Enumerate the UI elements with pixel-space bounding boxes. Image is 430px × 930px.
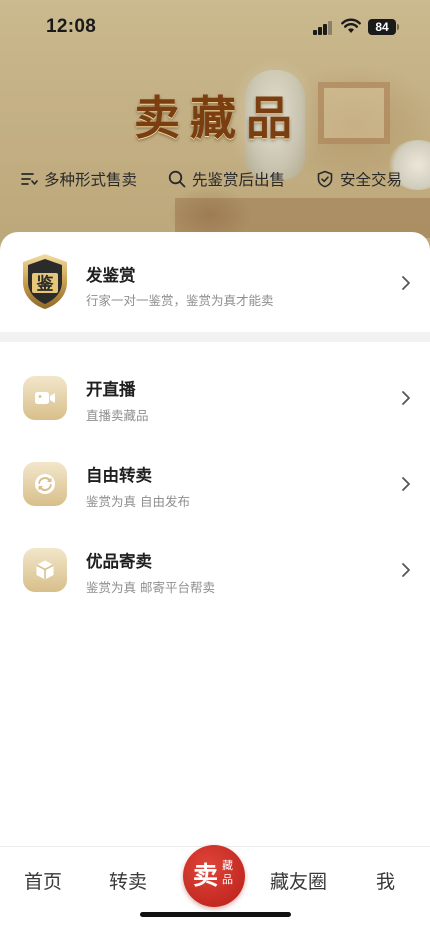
hero-banner: 12:08 84 卖藏品 多种形式售卖 先鉴赏后出售 安全交易 [0,0,430,250]
appraisal-badge-icon: 鉴 [23,254,67,309]
signal-icon [313,21,333,35]
bottom-tab-bar: 首页 转卖 卖 藏 品 藏友圈 我 [0,845,430,930]
list-item-consignment[interactable]: 优品寄卖 鉴赏为真 邮寄平台帮卖 [0,534,430,606]
features-row: 多种形式售卖 先鉴赏后出售 安全交易 [0,166,430,192]
list-item-free-resell[interactable]: 自由转卖 鉴赏为真 自由发布 [0,448,430,520]
option-title: 开直播 [86,380,136,399]
icon-tile [23,376,67,420]
appraisal-card[interactable]: 鉴 发鉴赏 行家一对一鉴赏，鉴赏为真才能卖 [0,232,430,332]
option-title: 优品寄卖 [86,552,152,571]
badge-char: 鉴 [36,274,55,295]
battery-icon: 84 [368,19,400,35]
status-bar: 12:08 84 [0,0,430,56]
option-subtitle: 鉴赏为真 邮寄平台帮卖 [86,580,215,595]
feature-label: 安全交易 [340,171,403,189]
icon-tile [23,548,67,592]
sell-tab-sub-char: 品 [222,873,233,886]
chevron-right-icon [402,563,410,577]
sell-options-list: 开直播 直播卖藏品 自由转卖 鉴赏为真 自由发布 优品寄卖 鉴赏为真 邮寄平台帮… [0,342,430,846]
option-subtitle: 鉴赏为真 自由发布 [86,494,190,509]
search-icon [168,170,186,188]
chevron-right-icon [402,276,410,290]
option-subtitle: 直播卖藏品 [86,408,149,423]
sell-tab-main-char: 卖 [193,861,219,890]
status-time: 12:08 [46,16,97,37]
feature-label: 多种形式售卖 [44,171,138,189]
list-item-live-stream[interactable]: 开直播 直播卖藏品 [0,362,430,434]
option-title: 自由转卖 [86,466,152,485]
page-title: 卖藏品 [134,91,302,145]
feature-label: 先鉴赏后出售 [192,171,286,189]
wifi-icon [341,18,361,33]
feature-appraise-first: 先鉴赏后出售 [168,166,285,192]
appraisal-title: 发鉴赏 [86,266,136,285]
icon-tile [23,462,67,506]
transfer-icon [35,474,55,494]
home-indicator [140,912,291,917]
tab-sell-collectibles[interactable]: 卖 藏 品 [183,845,245,907]
tab-home[interactable]: 首页 [24,867,62,894]
battery-level: 84 [368,19,396,35]
tab-me[interactable]: 我 [376,867,395,894]
section-divider [0,332,430,342]
chevron-right-icon [402,477,410,491]
tab-resell[interactable]: 转卖 [109,867,147,894]
feature-safe-trade: 安全交易 [316,166,402,192]
list-filter-icon [21,173,38,185]
package-icon [36,560,54,580]
appraisal-subtitle: 行家一对一鉴赏，鉴赏为真才能卖 [86,293,274,308]
shield-check-icon [317,170,333,188]
chevron-right-icon [402,391,410,405]
feature-multiple-formats: 多种形式售卖 [20,166,137,192]
tab-collector-circle[interactable]: 藏友圈 [270,867,327,894]
video-camera-icon [35,392,55,404]
